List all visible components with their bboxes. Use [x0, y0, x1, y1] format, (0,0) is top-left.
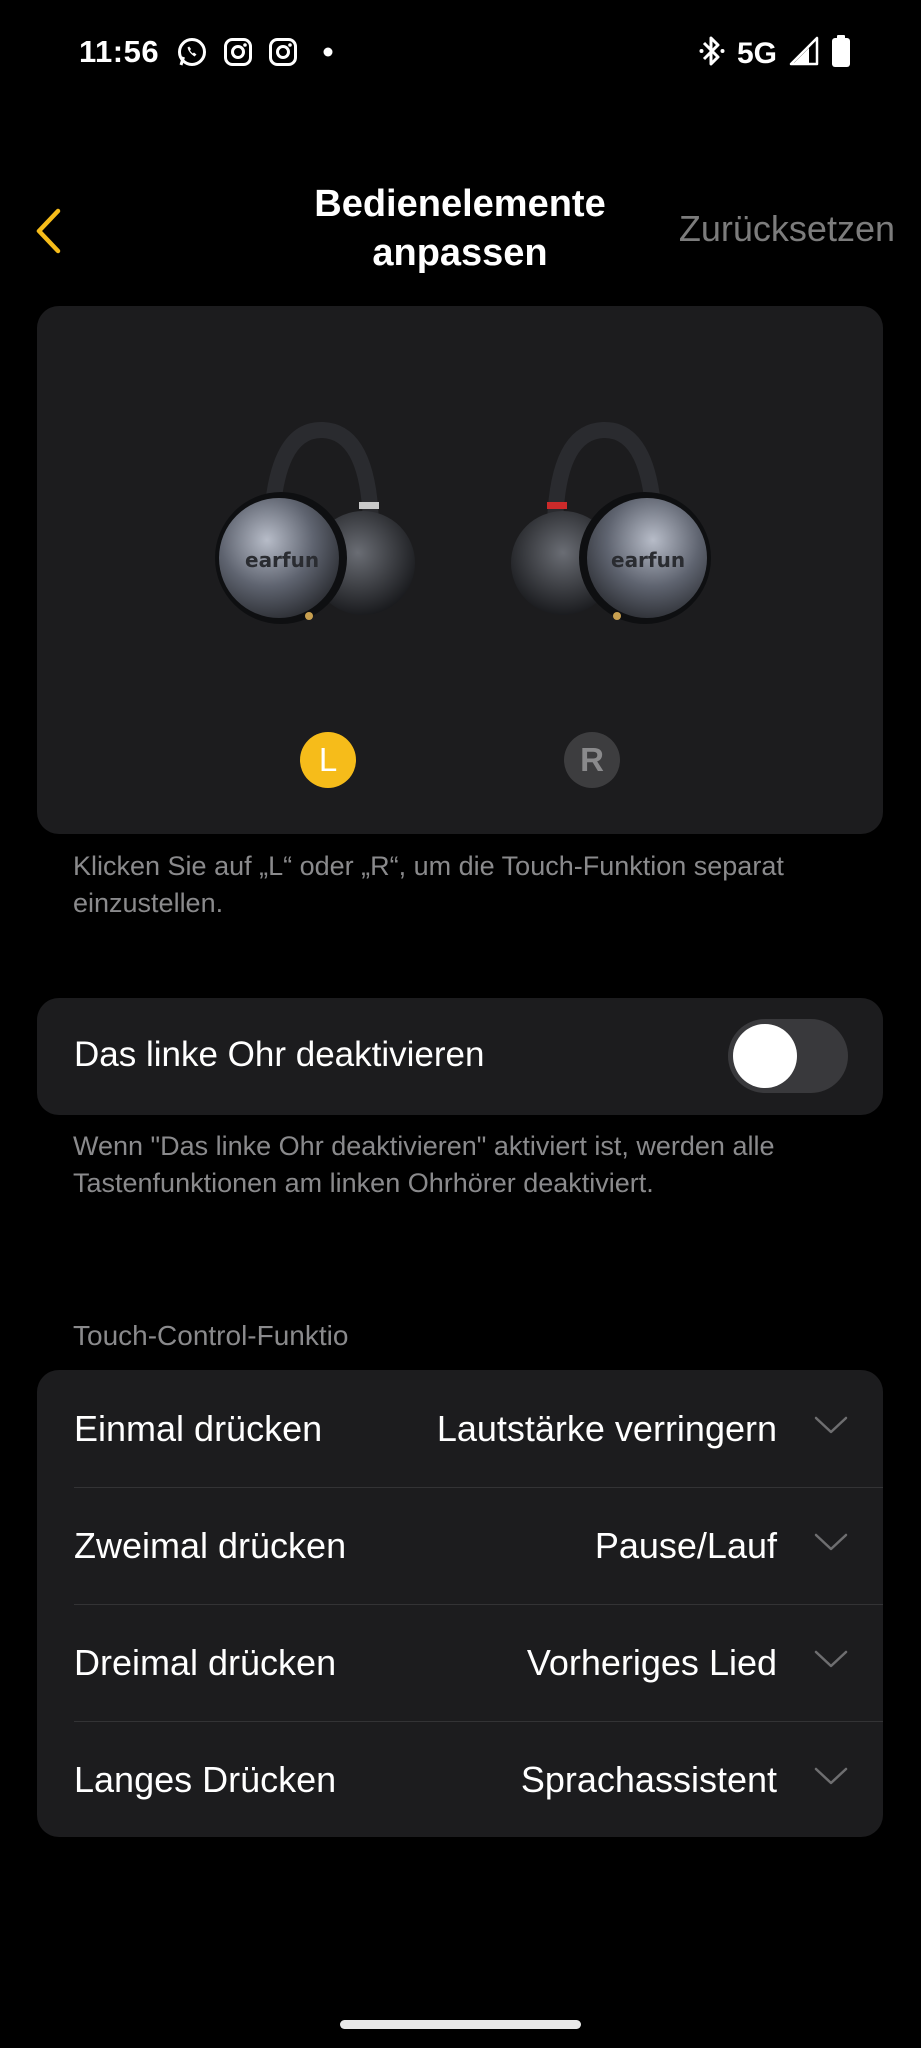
control-label: Dreimal drücken	[74, 1642, 337, 1683]
control-value: Pause/Lauf	[594, 1525, 777, 1566]
touch-control-list: Einmal drücken Lautstärke verringern Zwe…	[37, 1370, 883, 1837]
page-title: Bedienelemente anpassen	[260, 180, 660, 278]
disable-left-ear-hint: Wenn "Das linke Ohr deaktivieren" aktivi…	[73, 1131, 775, 1198]
chevron-down-icon	[814, 1650, 848, 1668]
control-value: Lautstärke verringern	[436, 1408, 777, 1449]
left-earbud-button[interactable]: L	[300, 732, 356, 788]
chevron-down-icon	[814, 1533, 848, 1551]
whatsapp-icon	[176, 36, 208, 73]
bluetooth-icon	[699, 34, 725, 73]
top-app-bar: Bedienelemente anpassen Zurücksetzen	[0, 180, 921, 280]
dot-icon	[313, 37, 343, 72]
toggle-knob	[733, 1024, 797, 1088]
left-earbud-logo: earfun	[245, 548, 319, 572]
page-title-line-1: Bedienelemente	[314, 183, 606, 225]
status-time: 11:56	[79, 34, 160, 69]
page-title-line-2: anpassen	[372, 232, 548, 274]
control-row-long-press[interactable]: Langes Drücken Sprachassistent	[37, 1721, 883, 1837]
right-earbud-button[interactable]: R	[564, 732, 620, 788]
chevron-down-icon	[814, 1767, 848, 1785]
battery-icon	[831, 35, 851, 72]
right-earbud-image[interactable]: earfun	[493, 418, 733, 648]
notification-icons	[176, 36, 343, 73]
earbud-selector-card: earfun earfun L R	[37, 306, 883, 834]
control-row-single-press[interactable]: Einmal drücken Lautstärke verringern	[37, 1370, 883, 1487]
instagram-icon	[268, 37, 298, 72]
control-label: Einmal drücken	[74, 1408, 323, 1449]
control-label: Zweimal drücken	[74, 1525, 347, 1566]
right-earbud-logo: earfun	[611, 548, 685, 572]
network-type: 5G	[736, 36, 777, 70]
reset-button[interactable]: Zurücksetzen	[679, 208, 895, 250]
control-row-double-press[interactable]: Zweimal drücken Pause/Lauf	[37, 1487, 883, 1604]
chevron-down-icon	[814, 1416, 848, 1434]
back-button[interactable]	[30, 206, 70, 256]
control-row-triple-press[interactable]: Dreimal drücken Vorheriges Lied	[37, 1604, 883, 1721]
disable-left-ear-toggle[interactable]	[728, 1019, 848, 1093]
instagram-icon	[223, 37, 253, 72]
status-bar: 11:56 5G	[0, 0, 921, 106]
chevron-left-icon	[36, 208, 61, 254]
control-value: Sprachassistent	[520, 1759, 777, 1800]
select-earbud-hint: Klicken Sie auf „L“ oder „R“, um die Tou…	[73, 851, 784, 918]
touch-control-section-title: Touch-Control-Funktio	[73, 1320, 349, 1351]
control-label: Langes Drücken	[74, 1759, 337, 1800]
left-earbud-image[interactable]: earfun	[193, 418, 433, 648]
status-right: 5G	[699, 34, 851, 73]
signal-icon	[789, 36, 819, 71]
control-value: Vorheriges Lied	[526, 1642, 777, 1683]
home-indicator[interactable]	[340, 2020, 581, 2029]
disable-left-ear-card: Das linke Ohr deaktivieren	[37, 998, 883, 1115]
disable-left-ear-label: Das linke Ohr deaktivieren	[74, 1035, 485, 1074]
